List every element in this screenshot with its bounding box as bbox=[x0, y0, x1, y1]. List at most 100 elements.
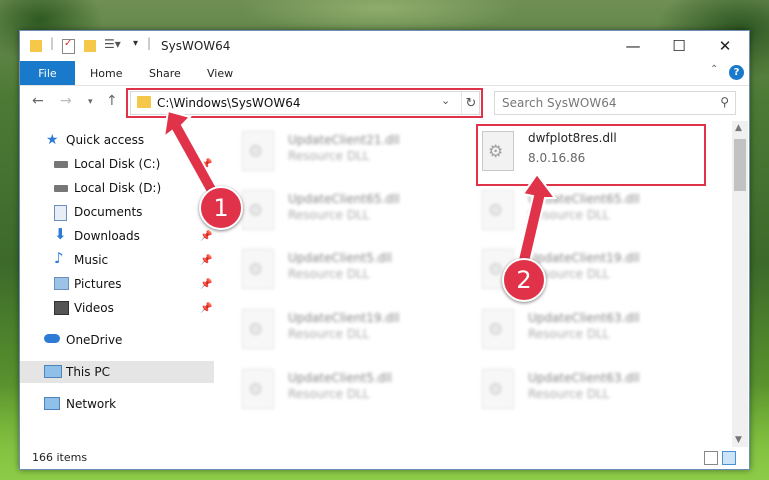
step-2-badge: 2 bbox=[502, 258, 546, 302]
vertical-scrollbar[interactable]: ▲ ▼ bbox=[732, 121, 748, 447]
search-icon[interactable]: ⚲ bbox=[720, 95, 729, 109]
file-name: UpdateClient21.dll bbox=[288, 133, 400, 147]
status-bar: 166 items bbox=[20, 447, 749, 469]
dll-file-icon bbox=[482, 309, 514, 349]
sidebar-item-label: Music bbox=[74, 253, 109, 267]
sidebar-item-network[interactable]: Network bbox=[20, 393, 214, 415]
star-icon: ★ bbox=[46, 132, 59, 148]
sidebar-item-label: Pictures bbox=[74, 277, 122, 291]
separator: | bbox=[50, 36, 55, 50]
item-count: 166 items bbox=[32, 451, 88, 464]
file-type: Resource DLL bbox=[288, 149, 370, 163]
drive-icon bbox=[54, 185, 68, 192]
minimize-button[interactable]: — bbox=[610, 31, 656, 61]
dll-file-icon bbox=[242, 369, 274, 409]
dll-file-icon bbox=[242, 131, 274, 171]
ribbon: File Home Share View ⌃ ? bbox=[20, 61, 749, 86]
dll-file-icon bbox=[482, 369, 514, 409]
sidebar-item-label: Documents bbox=[74, 205, 143, 219]
dll-file-icon bbox=[242, 190, 274, 230]
search-placeholder: Search SysWOW64 bbox=[502, 96, 617, 110]
close-button[interactable]: ✕ bbox=[702, 31, 748, 61]
check-mark-icon: ✓ bbox=[64, 38, 73, 49]
list-item[interactable]: UpdateClient63.dll Resource DLL bbox=[482, 365, 712, 415]
list-item[interactable]: UpdateClient5.dll Resource DLL bbox=[242, 245, 472, 295]
customize-qa-icon[interactable]: ☰▾ bbox=[104, 37, 121, 53]
file-type: Resource DLL bbox=[288, 267, 370, 281]
close-icon: ✕ bbox=[718, 37, 732, 55]
file-name: UpdateClient63.dll bbox=[528, 371, 640, 385]
step-1-badge: 1 bbox=[199, 186, 243, 230]
file-name: UpdateClient5.dll bbox=[288, 371, 392, 385]
sidebar-item-label: Local Disk (D:) bbox=[74, 181, 162, 195]
documents-icon bbox=[54, 205, 67, 221]
details-view-icon[interactable] bbox=[704, 451, 718, 465]
sidebar-item-pictures[interactable]: Pictures 📌 bbox=[20, 273, 214, 295]
pin-icon[interactable]: 📌 bbox=[200, 303, 212, 314]
title-bar: | ✓ ☰▾ ▾ | SysWOW64 — ☐ ✕ bbox=[20, 31, 749, 61]
sidebar-item-label: Local Disk (C:) bbox=[74, 157, 161, 171]
pictures-icon bbox=[54, 277, 69, 290]
minimize-icon: — bbox=[625, 37, 641, 55]
tab-home[interactable]: Home bbox=[90, 67, 122, 80]
pin-icon[interactable]: 📌 bbox=[200, 279, 212, 290]
sidebar-item-label: OneDrive bbox=[66, 333, 123, 347]
file-name: UpdateClient63.dll bbox=[528, 311, 640, 325]
scrollbar-thumb[interactable] bbox=[734, 139, 746, 191]
scroll-up-icon[interactable]: ▲ bbox=[735, 123, 742, 133]
window-title: SysWOW64 bbox=[161, 39, 231, 53]
file-type: Resource DLL bbox=[528, 327, 610, 341]
new-folder-icon[interactable] bbox=[84, 40, 96, 52]
back-arrow-icon[interactable]: ← bbox=[32, 93, 44, 109]
tab-share[interactable]: Share bbox=[149, 67, 181, 80]
recent-locations-icon[interactable]: ▾ bbox=[88, 97, 93, 107]
maximize-icon: ☐ bbox=[672, 37, 686, 55]
folder-icon bbox=[30, 40, 42, 52]
list-item[interactable]: UpdateClient63.dll Resource DLL bbox=[482, 305, 712, 355]
up-arrow-icon[interactable]: ↑ bbox=[106, 93, 118, 109]
file-type: Resource DLL bbox=[288, 387, 370, 401]
tab-view[interactable]: View bbox=[207, 67, 233, 80]
file-name: UpdateClient19.dll bbox=[288, 311, 400, 325]
drive-icon bbox=[54, 161, 68, 168]
download-arrow-icon: ⬇ bbox=[54, 225, 67, 243]
sidebar-item-this-pc[interactable]: This PC bbox=[20, 361, 214, 383]
sidebar-item-label: Downloads bbox=[74, 229, 140, 243]
search-input[interactable]: Search SysWOW64 ⚲ bbox=[494, 91, 736, 115]
list-item[interactable]: UpdateClient21.dll Resource DLL bbox=[242, 127, 472, 177]
pin-icon[interactable]: 📌 bbox=[200, 255, 212, 266]
forward-arrow-icon[interactable]: → bbox=[60, 93, 72, 109]
cloud-icon bbox=[44, 334, 60, 343]
dll-file-icon bbox=[242, 249, 274, 289]
sidebar-item-onedrive[interactable]: OneDrive bbox=[20, 329, 214, 351]
large-icons-view-icon[interactable] bbox=[722, 451, 736, 465]
sidebar-item-downloads[interactable]: ⬇ Downloads 📌 bbox=[20, 225, 214, 247]
scroll-down-icon[interactable]: ▼ bbox=[735, 435, 742, 445]
pin-icon[interactable]: 📌 bbox=[200, 231, 212, 242]
separator: | bbox=[147, 36, 152, 50]
list-item[interactable]: UpdateClient19.dll Resource DLL bbox=[242, 305, 472, 355]
sidebar-item-videos[interactable]: Videos 📌 bbox=[20, 297, 214, 319]
dll-file-icon bbox=[242, 309, 274, 349]
maximize-button[interactable]: ☐ bbox=[656, 31, 702, 61]
film-strip-icon bbox=[54, 301, 69, 315]
sidebar-item-label: Quick access bbox=[66, 133, 145, 147]
list-item[interactable]: UpdateClient5.dll Resource DLL bbox=[242, 365, 472, 415]
sidebar-item-label: Network bbox=[66, 397, 117, 411]
file-name: UpdateClient5.dll bbox=[288, 251, 392, 265]
computer-icon bbox=[44, 365, 62, 378]
sidebar-item-label: Videos bbox=[74, 301, 114, 315]
collapse-ribbon-icon[interactable]: ⌃ bbox=[710, 64, 718, 75]
file-type: Resource DLL bbox=[528, 387, 610, 401]
music-note-icon: ♪ bbox=[54, 249, 64, 267]
tab-file[interactable]: File bbox=[20, 61, 75, 85]
network-icon bbox=[44, 397, 60, 410]
qa-dropdown-icon[interactable]: ▾ bbox=[133, 38, 138, 54]
file-type: Resource DLL bbox=[288, 208, 370, 222]
file-name: UpdateClient65.dll bbox=[288, 192, 400, 206]
help-icon[interactable]: ? bbox=[729, 65, 744, 80]
list-item[interactable]: UpdateClient65.dll Resource DLL bbox=[242, 186, 472, 236]
sidebar-item-music[interactable]: ♪ Music 📌 bbox=[20, 249, 214, 271]
file-type: Resource DLL bbox=[288, 327, 370, 341]
sidebar-item-label: This PC bbox=[66, 365, 110, 379]
